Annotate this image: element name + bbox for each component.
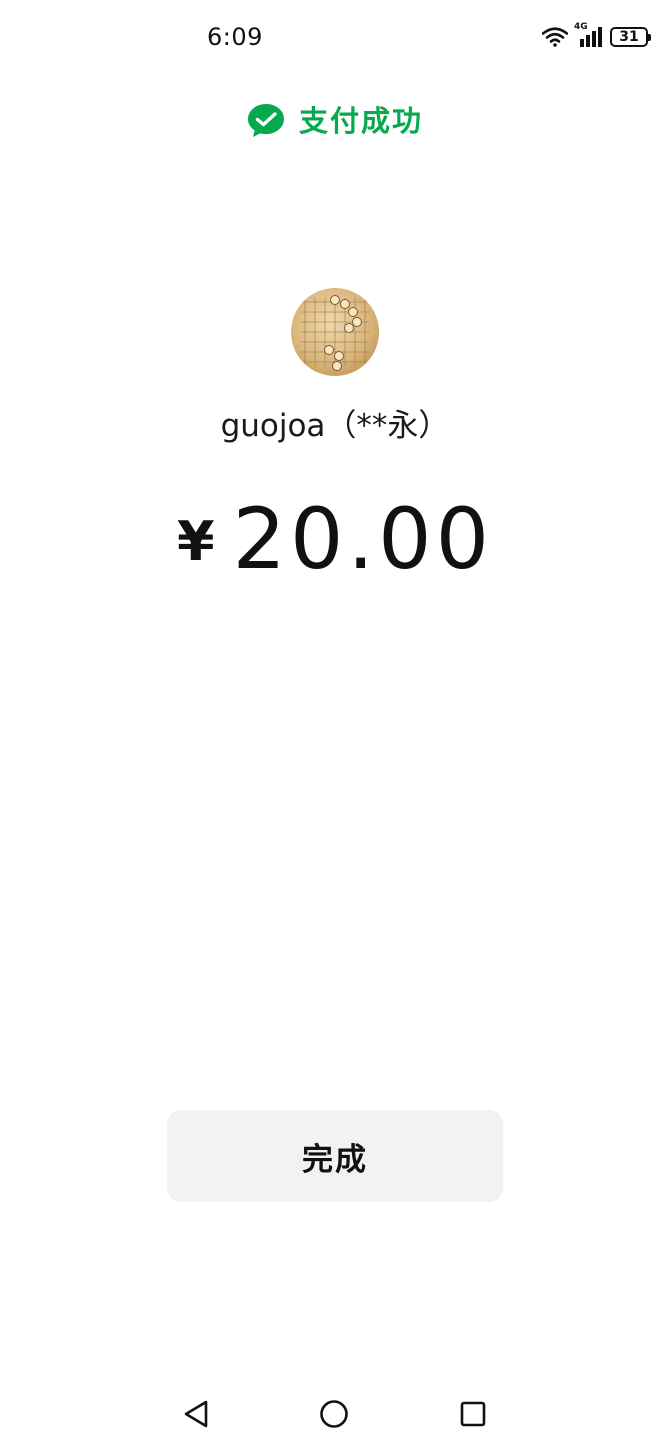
payment-amount: ¥ 20.00 [0, 494, 670, 595]
status-time: 6:09 [207, 23, 263, 51]
payment-success-header: 支付成功 [0, 98, 670, 144]
payment-success-title: 支付成功 [298, 104, 423, 138]
avatar [291, 288, 379, 376]
nav-back-button[interactable] [176, 1394, 216, 1434]
done-button-label: 完成 [302, 1141, 368, 1178]
status-icons: 4G 31 [542, 22, 651, 50]
nav-home-button[interactable] [314, 1394, 354, 1434]
signal-indicator: 4G [574, 22, 604, 49]
home-icon [320, 1400, 348, 1428]
payee-name: guojoa（**永） [220, 408, 450, 444]
recents-icon [460, 1401, 486, 1427]
system-nav-bar [0, 1380, 670, 1448]
battery-level: 31 [619, 29, 639, 45]
wechat-pay-icon [247, 104, 284, 137]
avatar-image [291, 288, 379, 376]
nav-recents-button[interactable] [453, 1394, 493, 1434]
done-button[interactable]: 完成 [167, 1110, 503, 1202]
battery-icon: 31 [610, 27, 651, 47]
amount-value: 20.00 [232, 490, 494, 588]
network-type-label: 4G [574, 22, 588, 32]
status-bar: 6:09 4G 31 [0, 0, 670, 76]
wifi-icon [542, 27, 568, 47]
back-icon [184, 1400, 208, 1428]
currency-symbol: ¥ [176, 510, 215, 573]
